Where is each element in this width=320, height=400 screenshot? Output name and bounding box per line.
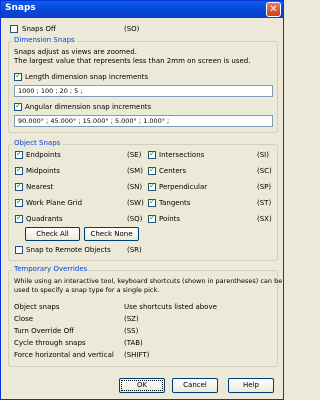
intersections-shortcut: (SI) <box>257 151 269 159</box>
overrides-desc-2: used to specify a snap type for a single… <box>14 286 160 294</box>
title-bar[interactable]: Snaps ✕ <box>1 1 283 18</box>
angular-snap-input[interactable]: 90.000° ; 45.000° ; 15.000° ; 5.000° ; 1… <box>14 115 273 127</box>
override-label: Object snaps <box>14 303 60 311</box>
points-checkbox[interactable] <box>148 213 156 223</box>
snap-remote-shortcut: (SR) <box>127 246 142 254</box>
endpoints-shortcut: (SE) <box>127 151 142 159</box>
tangents-label: Tangents <box>159 199 191 207</box>
tangents-shortcut: (ST) <box>257 199 272 207</box>
length-snap-checkbox[interactable] <box>14 71 22 81</box>
quadrants-label: Quadrants <box>26 215 63 223</box>
intersections-label: Intersections <box>159 151 205 159</box>
points-shortcut: (SX) <box>257 215 272 223</box>
overrides-desc-1: While using an interactive tool, keyboar… <box>14 277 283 285</box>
endpoints-label: Endpoints <box>26 151 61 159</box>
help-button[interactable]: Help <box>228 378 274 393</box>
midpoints-checkbox[interactable] <box>15 165 23 175</box>
override-label: Close <box>14 315 34 323</box>
work-plane-grid-label: Work Plane Grid <box>26 199 83 207</box>
cancel-button[interactable]: Cancel <box>172 378 218 393</box>
quadrants-checkbox[interactable] <box>15 213 23 223</box>
dimension-desc-2: The largest value that represents less t… <box>14 57 251 65</box>
dimension-snaps-title: Dimension Snaps <box>12 36 77 44</box>
perpendicular-label: Perpendicular <box>159 183 208 191</box>
length-snap-label: Length dimension snap increments <box>25 73 149 81</box>
centers-checkbox[interactable] <box>148 165 156 175</box>
nearest-shortcut: (SN) <box>127 183 143 191</box>
perpendicular-checkbox[interactable] <box>148 181 156 191</box>
override-label: Cycle through snaps <box>14 339 86 347</box>
snaps-off-checkbox[interactable] <box>10 25 18 33</box>
work-plane-grid-shortcut: (SW) <box>127 199 144 207</box>
centers-label: Centers <box>159 167 187 175</box>
centers-shortcut: (SC) <box>257 167 272 175</box>
midpoints-label: Midpoints <box>26 167 60 175</box>
tangents-checkbox[interactable] <box>148 197 156 207</box>
perpendicular-shortcut: (SP) <box>257 183 272 191</box>
override-label: Force horizontal and vertical <box>14 351 114 359</box>
object-snaps-title: Object Snaps <box>12 139 63 147</box>
dimension-desc-1: Snaps adjust as views are zoomed. <box>14 48 137 56</box>
angular-snap-checkbox[interactable] <box>14 101 22 111</box>
override-value: (SZ) <box>124 315 139 323</box>
midpoints-shortcut: (SM) <box>127 167 143 175</box>
dialog-title: Snaps <box>5 3 36 13</box>
work-plane-grid-checkbox[interactable] <box>15 197 23 207</box>
temporary-overrides-title: Temporary Overrides <box>12 265 90 273</box>
angular-snap-label: Angular dimension snap increments <box>25 103 152 111</box>
nearest-checkbox[interactable] <box>15 181 23 191</box>
nearest-label: Nearest <box>26 183 54 191</box>
intersections-checkbox[interactable] <box>148 149 156 159</box>
check-none-button[interactable]: Check None <box>84 227 139 241</box>
points-label: Points <box>159 215 181 223</box>
override-label: Turn Override Off <box>14 327 74 335</box>
length-snap-input[interactable]: 1000 ; 100 ; 20 ; 5 ; <box>14 85 273 97</box>
quadrants-shortcut: (SQ) <box>127 215 143 223</box>
snaps-off-shortcut: (SO) <box>124 25 140 33</box>
override-value: (SHIFT) <box>124 351 150 359</box>
check-all-button[interactable]: Check All <box>25 227 80 241</box>
snaps-off-label: Snaps Off <box>22 25 56 33</box>
snap-remote-label: Snap to Remote Objects <box>26 246 111 254</box>
override-value: (TAB) <box>124 339 143 347</box>
ok-button[interactable]: OK <box>119 378 165 393</box>
endpoints-checkbox[interactable] <box>15 149 23 159</box>
snap-remote-checkbox[interactable] <box>15 246 23 254</box>
override-value: (SS) <box>124 327 139 335</box>
snaps-dialog: Snaps ✕ Snaps Off (SO) Dimension Snaps S… <box>0 0 284 400</box>
override-value: Use shortcuts listed above <box>124 303 217 311</box>
close-button[interactable]: ✕ <box>266 2 281 17</box>
